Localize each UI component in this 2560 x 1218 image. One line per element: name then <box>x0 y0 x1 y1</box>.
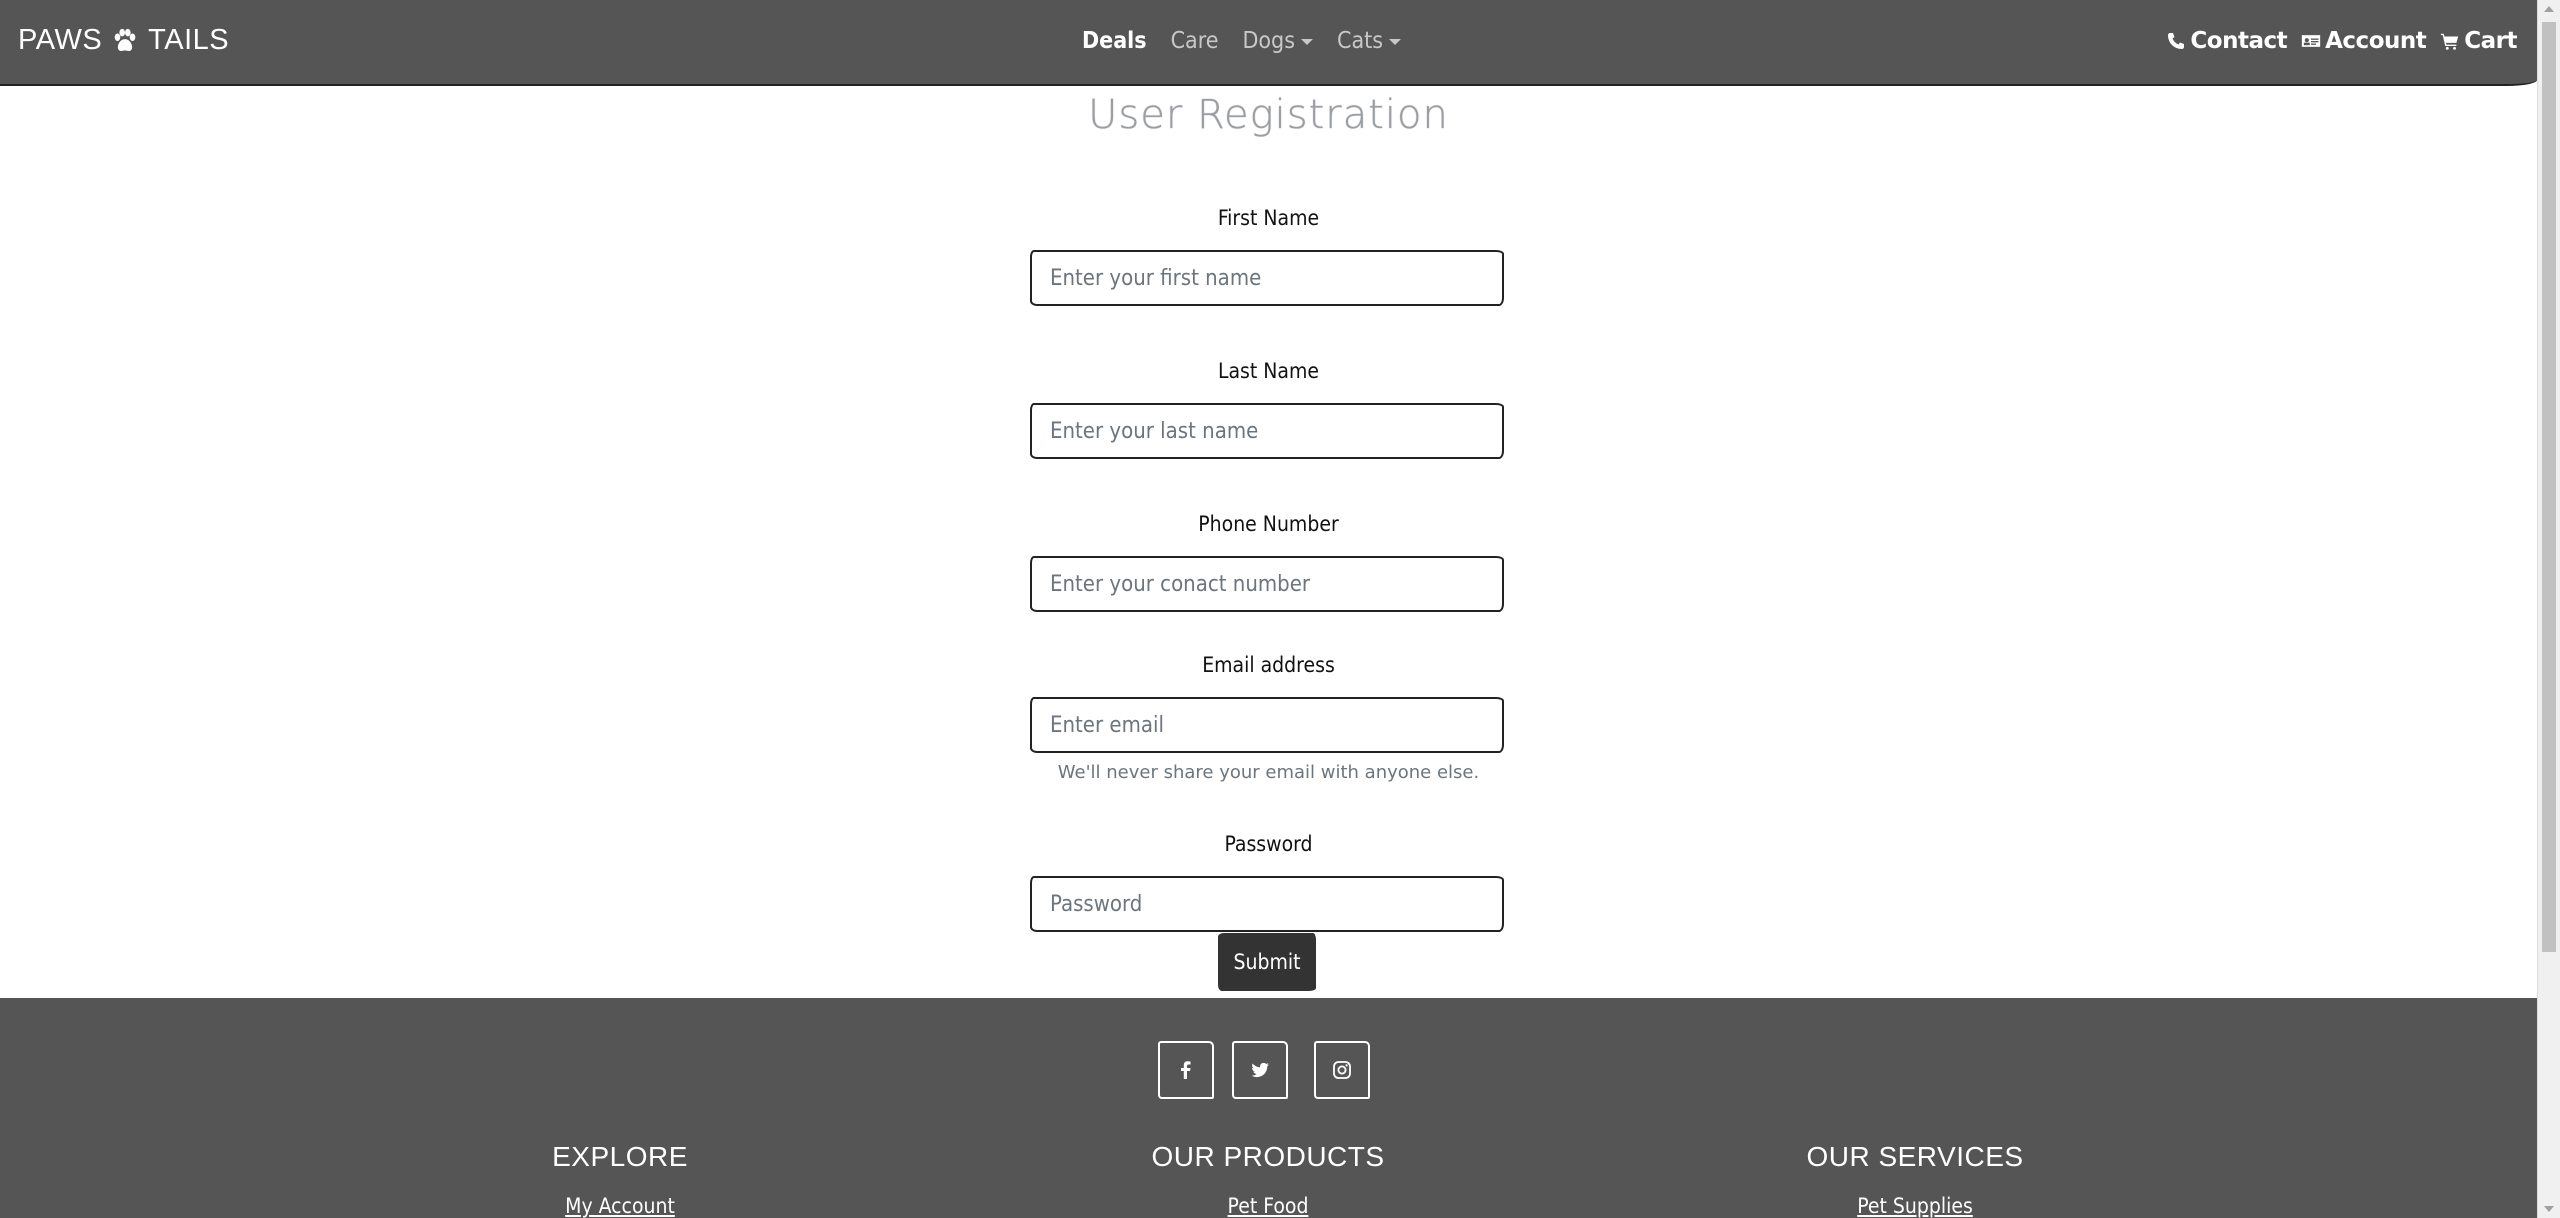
main-nav: Deals Care Dogs Cats <box>1082 28 1402 54</box>
footer-services-heading: OUR SERVICES <box>1806 1141 2024 1172</box>
phone-label: Phone Number <box>1198 512 1339 536</box>
contact-link[interactable]: Contact <box>2166 28 2288 54</box>
email-input[interactable] <box>1030 697 1504 753</box>
email-help-text: We'll never share your email with anyone… <box>1057 762 1480 783</box>
facebook-button[interactable] <box>1158 1041 1214 1099</box>
brand-text-left: PAWS <box>18 24 103 56</box>
footer-explore-heading: EXPLORE <box>552 1141 688 1172</box>
user-nav: Contact Account Cart <box>2166 28 2517 54</box>
footer-products-heading: OUR PRODUCTS <box>1151 1141 1385 1172</box>
scrollbar-thumb[interactable] <box>2542 22 2556 952</box>
facebook-icon <box>1181 1061 1191 1079</box>
twitter-icon <box>1251 1062 1269 1078</box>
footer-link-my-account[interactable]: My Account <box>420 1194 820 1218</box>
first-name-label: First Name <box>1217 206 1320 230</box>
instagram-icon <box>1333 1061 1351 1079</box>
password-label: Password <box>1224 832 1313 856</box>
email-label: Email address <box>1202 653 1335 677</box>
chevron-down-icon <box>1300 39 1313 45</box>
last-name-input[interactable] <box>1030 403 1504 459</box>
phone-icon <box>2168 33 2185 49</box>
instagram-button[interactable] <box>1314 1041 1370 1099</box>
paw-icon <box>114 28 136 51</box>
password-input[interactable] <box>1030 876 1504 932</box>
cart-link[interactable]: Cart <box>2440 28 2517 54</box>
nav-cats-dropdown[interactable]: Cats <box>1337 28 1402 54</box>
cart-icon <box>2441 33 2459 50</box>
id-card-icon <box>2301 35 2321 47</box>
footer-link-pet-food[interactable]: Pet Food <box>1068 1194 1468 1218</box>
phone-input[interactable] <box>1030 556 1504 612</box>
submit-button[interactable]: Submit <box>1218 933 1316 991</box>
vertical-scrollbar[interactable] <box>2537 0 2560 1218</box>
footer-link-pet-supplies[interactable]: Pet Supplies <box>1715 1194 2115 1218</box>
brand-text-right: TAILS <box>148 24 230 56</box>
first-name-input[interactable] <box>1030 250 1504 306</box>
scroll-up-arrow-icon[interactable] <box>2544 6 2554 12</box>
nav-dogs-dropdown[interactable]: Dogs <box>1242 28 1313 54</box>
scroll-down-arrow-icon[interactable] <box>2544 1206 2554 1212</box>
chevron-down-icon <box>1389 39 1402 45</box>
nav-deals[interactable]: Deals <box>1082 28 1147 54</box>
footer: EXPLORE OUR PRODUCTS OUR SERVICES My Acc… <box>0 998 2537 1218</box>
nav-care[interactable]: Care <box>1171 28 1219 54</box>
page-title: User Registration <box>1088 92 1449 138</box>
twitter-button[interactable] <box>1232 1041 1288 1099</box>
last-name-label: Last Name <box>1217 359 1320 383</box>
brand-logo[interactable]: PAWS TAILS <box>18 24 229 57</box>
navbar: PAWS TAILS Deals Care Dogs Cats Contact … <box>0 0 2537 86</box>
account-link[interactable]: Account <box>2301 28 2427 54</box>
